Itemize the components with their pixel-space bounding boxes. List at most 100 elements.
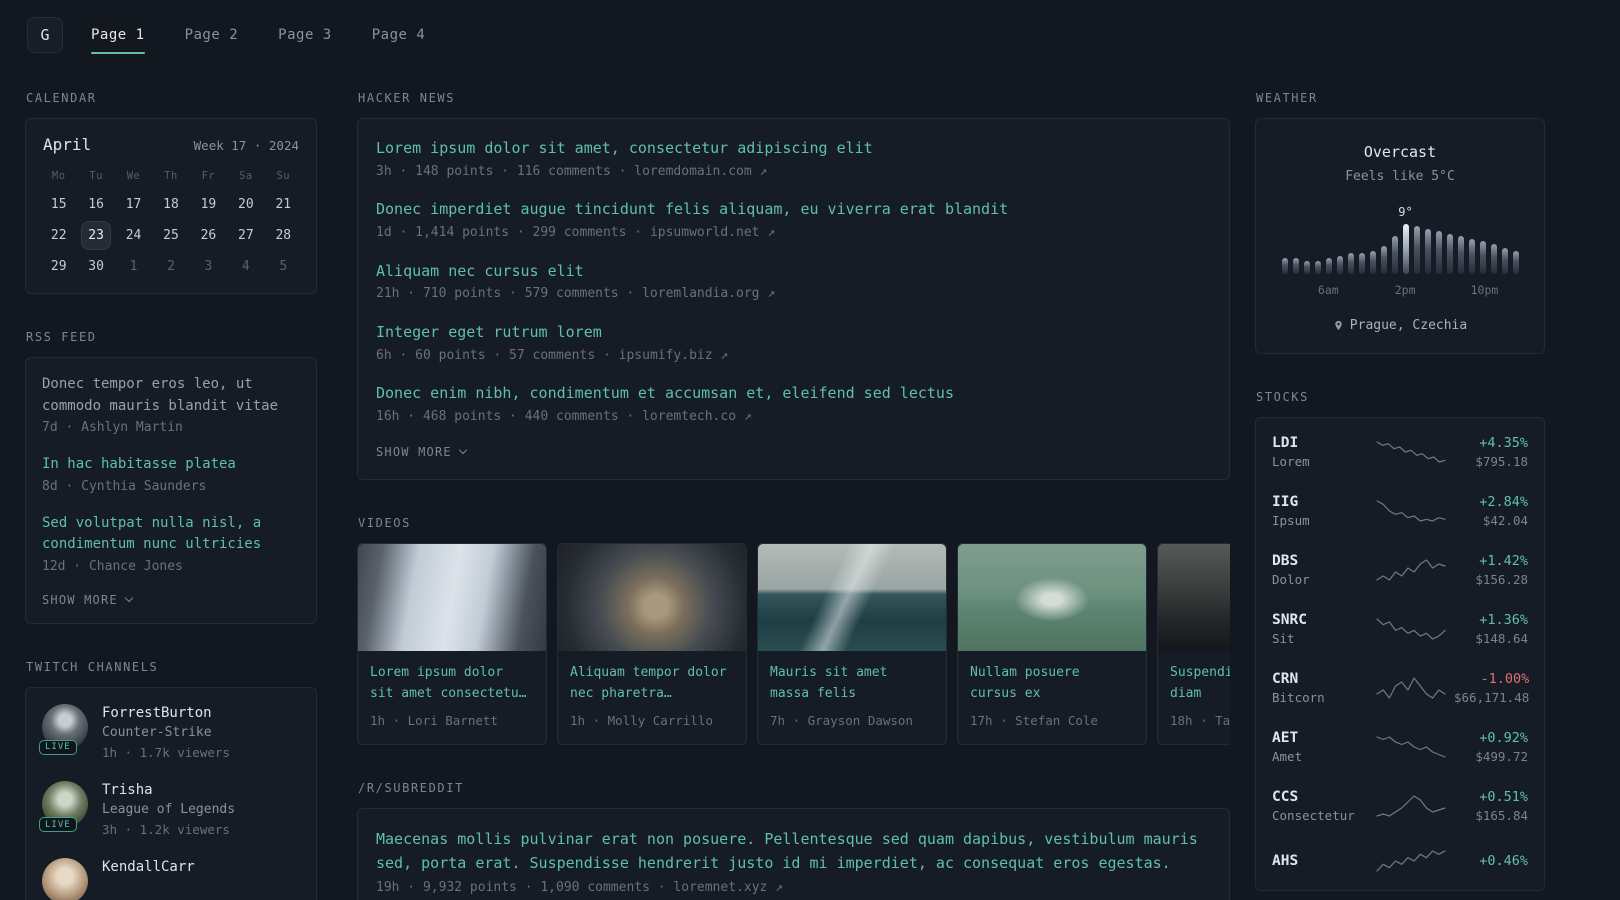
channel-name: KendallCarr [102, 859, 195, 876]
tab-page-1[interactable]: Page 1 [91, 0, 145, 70]
twitch-channels: LIVE ForrestBurton Counter-Strike 1h · 1… [39, 703, 300, 900]
stock-row[interactable]: AET Amet +0.92% $499.72 [1270, 717, 1530, 776]
calendar-day[interactable]: 18 [156, 190, 186, 219]
video-card: Aliquam tempor dolor nec pharetra… 1h · … [557, 542, 747, 745]
calendar-day[interactable]: 25 [156, 221, 186, 250]
calendar-day[interactable]: 30 [81, 252, 111, 281]
stock-name: Dolor [1272, 571, 1310, 587]
rss-item-title[interactable]: In hac habitasse platea [42, 454, 300, 476]
stock-row[interactable]: CCS Consectetur +0.51% $165.84 [1270, 776, 1530, 835]
tab-page-2[interactable]: Page 2 [185, 0, 239, 70]
calendar-day[interactable]: 21 [268, 190, 298, 219]
calendar-day[interactable]: 17 [119, 190, 149, 219]
video-thumbnail[interactable] [358, 543, 546, 651]
stock-name: Amet [1272, 748, 1303, 764]
calendar-day[interactable]: 26 [193, 221, 223, 250]
stock-row[interactable]: DBS Dolor +1.42% $156.28 [1270, 540, 1530, 599]
stock-change: +2.84% [1479, 493, 1528, 510]
weather-bar [1512, 251, 1519, 274]
hn-item-title[interactable]: Donec enim nibh, condimentum et accumsan… [376, 382, 1211, 405]
stock-symbol: IIG [1272, 493, 1299, 510]
channel-name: Trisha [102, 782, 153, 799]
calendar-day[interactable]: 22 [44, 221, 74, 250]
weekday-label: Sa [239, 170, 253, 182]
channel-category: League of Legends [102, 802, 236, 818]
video-title[interactable]: Suspendisse diam [1170, 663, 1230, 705]
stock-price: $499.72 [1475, 748, 1528, 764]
calendar-day[interactable]: 28 [268, 221, 298, 250]
post-source-link[interactable]: loremnet.xyz ↗ [673, 880, 783, 895]
calendar-day[interactable]: 3 [193, 252, 223, 281]
subreddit-header: /R/SUBREDDIT [358, 780, 464, 795]
calendar-day[interactable]: 4 [231, 252, 261, 281]
stock-change: -1.00% [1480, 670, 1530, 687]
video-title[interactable]: Mauris sit amet massa felis [770, 663, 934, 705]
video-thumbnail[interactable] [1158, 543, 1230, 651]
video-title[interactable]: Nullam posuere cursus ex [970, 663, 1134, 705]
right-column: WEATHER Overcast Feels like 5°C 9° 6am 2p… [1255, 91, 1545, 891]
stock-price: $148.64 [1475, 630, 1528, 646]
twitch-header: TWITCH CHANNELS [26, 659, 159, 674]
twitch-channel[interactable]: KendallCarr [42, 858, 300, 900]
hn-source-link[interactable]: loremdomain.com ↗ [634, 164, 767, 179]
stock-identity: AET Amet [1272, 730, 1368, 764]
tab-page-4[interactable]: Page 4 [372, 0, 426, 70]
video-thumbnail[interactable] [558, 543, 746, 651]
rss-item: Donec tempor eros leo, ut commodo mauris… [42, 374, 300, 438]
stock-price: $42.04 [1482, 512, 1528, 528]
stock-identity: DBS Dolor [1272, 553, 1368, 587]
calendar-day[interactable]: 24 [119, 221, 149, 250]
hn-item-meta: 6h · 60 points · 57 comments · ipsumify.… [376, 347, 729, 363]
subreddit-posts: Maecenas mollis pulvinar erat non posuer… [376, 827, 1211, 898]
video-thumbnail[interactable] [958, 543, 1146, 651]
post-title[interactable]: Maecenas mollis pulvinar erat non posuer… [376, 827, 1211, 875]
twitch-channel[interactable]: LIVE Trisha League of Legends 3h · 1.2k … [39, 781, 300, 839]
calendar-day[interactable]: 15 [44, 190, 74, 219]
calendar-day[interactable]: 2 [156, 252, 186, 281]
calendar-day[interactable]: 27 [231, 221, 261, 250]
channel-avatar: LIVE [39, 781, 88, 833]
twitch-channel[interactable]: LIVE ForrestBurton Counter-Strike 1h · 1… [39, 703, 300, 762]
stock-values: +1.36% $148.64 [1475, 612, 1528, 646]
calendar-day[interactable]: 5 [268, 252, 298, 281]
stock-row[interactable]: IIG Ipsum +2.84% $42.04 [1270, 481, 1530, 540]
calendar-day[interactable]: 29 [44, 252, 74, 281]
hn-item-title[interactable]: Aliquam nec cursus elit [376, 260, 1211, 283]
tab-page-3[interactable]: Page 3 [278, 0, 332, 70]
hn-item-title[interactable]: Lorem ipsum dolor sit amet, consectetur … [376, 137, 1211, 160]
rss-show-more-button[interactable]: SHOW MORE [42, 593, 300, 607]
stock-identity: SNRC Sit [1272, 612, 1368, 646]
weather-bar [1347, 253, 1354, 274]
stock-row[interactable]: AHS +0.46% [1270, 835, 1530, 886]
calendar-day-selected[interactable]: 23 [81, 221, 112, 250]
app-logo[interactable]: G [27, 17, 63, 53]
rss-item-title[interactable]: Sed volutpat nulla nisl, a condimentum n… [42, 513, 300, 556]
calendar-day[interactable]: 16 [81, 190, 111, 219]
calendar-day[interactable]: 20 [231, 190, 261, 219]
calendar-day[interactable]: 1 [119, 252, 149, 281]
weather-bar [1358, 253, 1365, 274]
stock-change: +1.42% [1479, 552, 1528, 569]
weather-bar [1380, 246, 1387, 274]
stock-row[interactable]: SNRC Sit +1.36% $148.64 [1270, 599, 1530, 658]
subreddit-widget: Maecenas mollis pulvinar erat non posuer… [357, 807, 1230, 900]
video-thumbnail[interactable] [758, 543, 946, 651]
channel-category: Counter-Strike [102, 724, 212, 740]
calendar-header: CALENDAR [26, 91, 97, 105]
video-title[interactable]: Aliquam tempor dolor nec pharetra… [570, 663, 734, 705]
hn-show-more-button[interactable]: SHOW MORE [376, 445, 1211, 459]
weather-bar [1479, 241, 1486, 274]
stock-row[interactable]: CRN Bitcorn -1.00% $66,171.48 [1270, 658, 1530, 717]
hn-item-title[interactable]: Donec imperdiet augue tincidunt felis al… [376, 198, 1211, 221]
video-meta: 7h · Grayson Dawson [770, 712, 913, 728]
hn-source-link[interactable]: ipsumify.biz ↗ [619, 348, 729, 363]
video-title[interactable]: Lorem ipsum dolor sit amet consectetu… [370, 663, 534, 705]
channel-name: ForrestBurton [102, 704, 212, 721]
calendar-day[interactable]: 19 [193, 190, 223, 219]
hn-source-link[interactable]: ipsumworld.net ↗ [650, 225, 775, 240]
hn-source-link[interactable]: loremtech.co ↗ [642, 409, 752, 424]
hn-item-title[interactable]: Integer eget rutrum lorem [376, 321, 1211, 344]
rss-item-title[interactable]: Donec tempor eros leo, ut commodo mauris… [42, 374, 300, 417]
stock-row[interactable]: LDI Lorem +4.35% $795.18 [1270, 422, 1530, 481]
hn-source-link[interactable]: loremlandia.org ↗ [642, 286, 775, 301]
